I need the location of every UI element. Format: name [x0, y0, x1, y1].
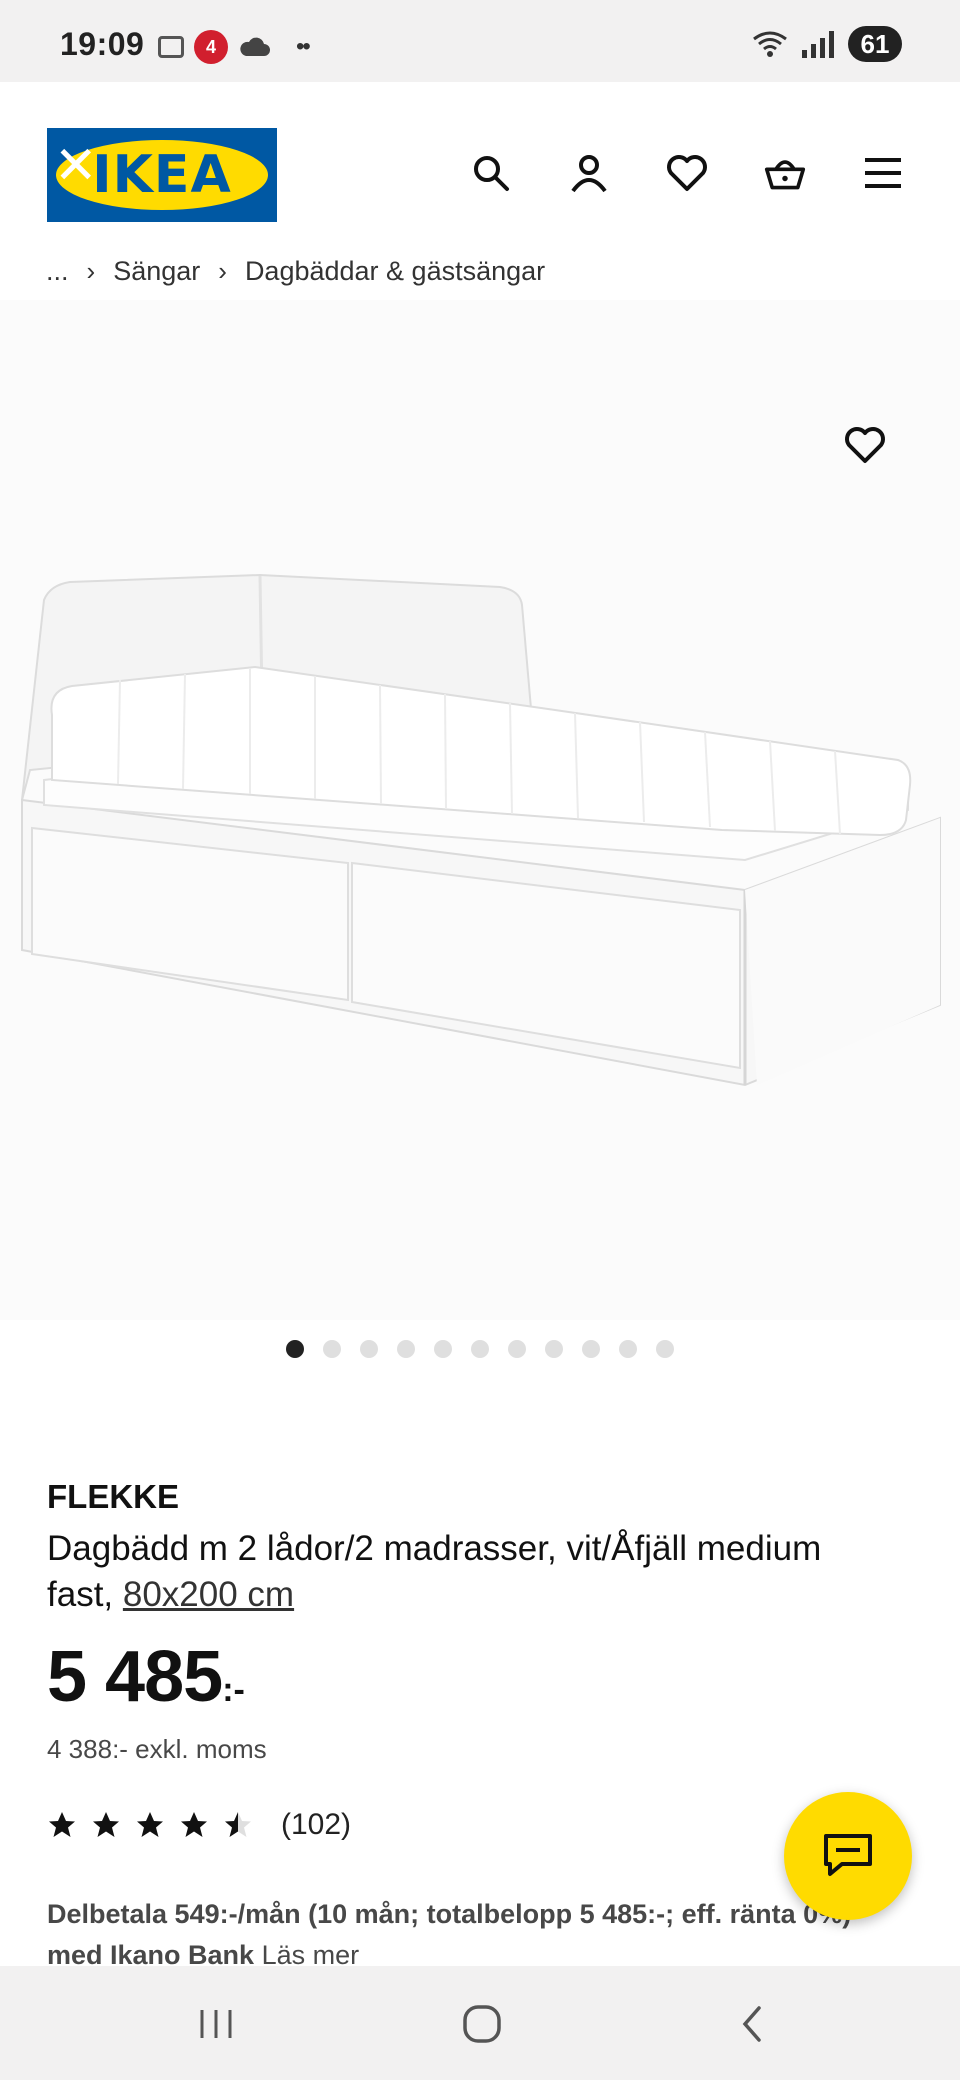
recent-apps-icon[interactable]: [186, 1996, 246, 2052]
breadcrumb-beds[interactable]: Sängar: [113, 256, 200, 287]
star-half-icon: [225, 1812, 251, 1837]
breadcrumb: ... › Sängar › Dagbäddar & gästsängar: [46, 256, 545, 287]
installment-text: Delbetala 549:-/mån (10 mån; totalbelopp…: [47, 1899, 852, 1970]
cart-basket-icon[interactable]: [764, 152, 806, 194]
youtube-badge-icon: 4: [194, 30, 228, 64]
gallery-icon: [158, 36, 184, 58]
status-bar: 19:09 4 •• 61: [0, 0, 960, 82]
carousel-dot[interactable]: [397, 1340, 415, 1358]
chevron-right-icon: ›: [218, 256, 227, 286]
ikea-logo[interactable]: IKEA ✕: [47, 128, 277, 222]
product-name: FLEKKE: [47, 1478, 179, 1515]
installment-info: Delbetala 549:-/mån (10 mån; totalbelopp…: [47, 1894, 907, 1976]
price-ex-vat: 4 388:- exkl. moms: [47, 1734, 267, 1764]
menu-hamburger-icon[interactable]: [862, 152, 904, 194]
header-actions: [470, 152, 904, 194]
carousel-dot[interactable]: [508, 1340, 526, 1358]
logo-oval: IKEA ✕: [54, 136, 268, 210]
product-size-link[interactable]: 80x200 cm: [123, 1575, 294, 1614]
chat-bubble-icon: [824, 1834, 872, 1876]
carousel-dots: [0, 1340, 960, 1358]
site-header: IKEA ✕: [0, 82, 960, 268]
cloud-icon: [240, 37, 270, 56]
price-value: 5 485: [47, 1637, 223, 1717]
search-icon[interactable]: [470, 152, 512, 194]
star-full-icon: [93, 1812, 119, 1837]
price-suffix: :-: [222, 1671, 245, 1709]
chevron-right-icon: ›: [86, 256, 96, 286]
review-count[interactable]: (102): [281, 1808, 351, 1842]
logo-text: IKEA: [92, 145, 232, 205]
carousel-dot[interactable]: [582, 1340, 600, 1358]
logo-overlay-x-icon: ✕: [54, 136, 99, 196]
status-system-icons: 61: [752, 26, 902, 62]
carousel-dot[interactable]: [656, 1340, 674, 1358]
home-icon[interactable]: [452, 1996, 512, 2052]
status-time: 19:09: [60, 26, 145, 62]
carousel-dot[interactable]: [471, 1340, 489, 1358]
battery-icon: 61: [848, 26, 902, 62]
favorite-heart-icon[interactable]: [840, 420, 890, 470]
star-full-icon: [49, 1812, 75, 1837]
wifi-icon: [753, 31, 787, 57]
product-price: 5 485:-: [47, 1636, 245, 1718]
wishlist-heart-icon[interactable]: [666, 152, 708, 194]
carousel-dot[interactable]: [619, 1340, 637, 1358]
signal-icon: [802, 30, 834, 58]
carousel-dot[interactable]: [434, 1340, 452, 1358]
chat-button[interactable]: [784, 1792, 912, 1920]
back-icon[interactable]: [722, 1996, 782, 2052]
breadcrumb-daybeds[interactable]: Dagbäddar & gästsängar: [245, 256, 545, 287]
carousel-dot[interactable]: [545, 1340, 563, 1358]
product-image: [21, 573, 941, 1087]
carousel-dot[interactable]: [323, 1340, 341, 1358]
system-navigation-bar: [0, 1966, 960, 2080]
product-rating[interactable]: (102): [47, 1808, 351, 1842]
star-full-icon: [181, 1812, 207, 1837]
breadcrumb-ellipsis[interactable]: ...: [46, 256, 69, 287]
product-image-gallery[interactable]: [0, 300, 960, 1358]
carousel-dot[interactable]: [360, 1340, 378, 1358]
more-dots-icon: ••: [296, 33, 311, 60]
carousel-dot[interactable]: [286, 1340, 304, 1358]
status-notification-icons: 4 ••: [158, 30, 311, 64]
account-icon[interactable]: [568, 152, 610, 194]
star-full-icon: [137, 1812, 163, 1837]
product-description: Dagbädd m 2 lådor/2 madrasser, vit/Åfjäl…: [47, 1526, 847, 1618]
